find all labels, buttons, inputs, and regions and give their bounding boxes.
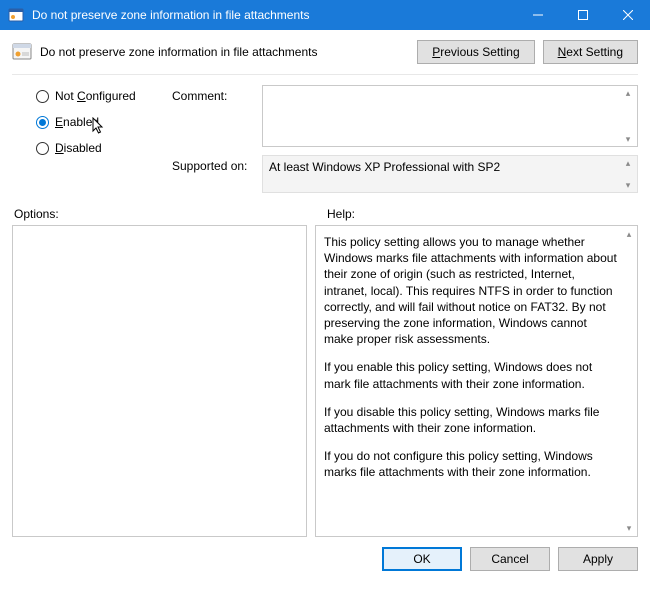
radio-label: Enabled xyxy=(55,115,99,129)
radio-icon xyxy=(36,142,49,155)
radio-icon xyxy=(36,90,49,103)
supported-on-label: Supported on: xyxy=(172,155,262,193)
radio-label: Disabled xyxy=(55,141,102,155)
radio-disabled[interactable]: Disabled xyxy=(36,141,172,155)
policy-title: Do not preserve zone information in file… xyxy=(40,45,409,59)
scroll-down-icon[interactable]: ▾ xyxy=(621,135,635,143)
help-text: This policy setting allows you to manage… xyxy=(324,234,617,347)
supported-on-value: At least Windows XP Professional with SP… xyxy=(262,155,638,193)
dialog-footer: OK Cancel Apply xyxy=(0,537,650,571)
cancel-button[interactable]: Cancel xyxy=(470,547,550,571)
next-setting-button[interactable]: Next Setting xyxy=(543,40,638,64)
help-text: If you do not configure this policy sett… xyxy=(324,448,617,480)
titlebar: Do not preserve zone information in file… xyxy=(0,0,650,30)
policy-icon xyxy=(12,42,32,62)
scroll-up-icon[interactable]: ▴ xyxy=(621,89,635,97)
policy-icon xyxy=(8,7,24,23)
minimize-button[interactable] xyxy=(515,0,560,30)
options-pane xyxy=(12,225,307,537)
help-pane: This policy setting allows you to manage… xyxy=(315,225,638,537)
radio-not-configured[interactable]: Not Configured xyxy=(36,89,172,103)
previous-setting-button[interactable]: Previous Setting xyxy=(417,40,534,64)
help-text: If you enable this policy setting, Windo… xyxy=(324,359,617,391)
help-text: If you disable this policy setting, Wind… xyxy=(324,404,617,436)
options-label: Options: xyxy=(12,207,325,221)
radio-enabled[interactable]: Enabled xyxy=(36,115,172,129)
radio-label: Not Configured xyxy=(55,89,136,103)
scroll-up-icon: ▴ xyxy=(621,159,635,167)
radio-icon xyxy=(36,116,49,129)
scroll-down-icon: ▾ xyxy=(621,181,635,189)
ok-button[interactable]: OK xyxy=(382,547,462,571)
help-label: Help: xyxy=(325,207,638,221)
apply-button[interactable]: Apply xyxy=(558,547,638,571)
scroll-down-icon[interactable]: ▾ xyxy=(621,520,637,536)
window-title: Do not preserve zone information in file… xyxy=(32,8,515,22)
header-row: Do not preserve zone information in file… xyxy=(12,40,638,75)
scroll-up-icon[interactable]: ▴ xyxy=(621,226,637,242)
maximize-button[interactable] xyxy=(560,0,605,30)
close-button[interactable] xyxy=(605,0,650,30)
comment-textarea[interactable]: ▴ ▾ xyxy=(262,85,638,147)
comment-label: Comment: xyxy=(172,85,262,147)
